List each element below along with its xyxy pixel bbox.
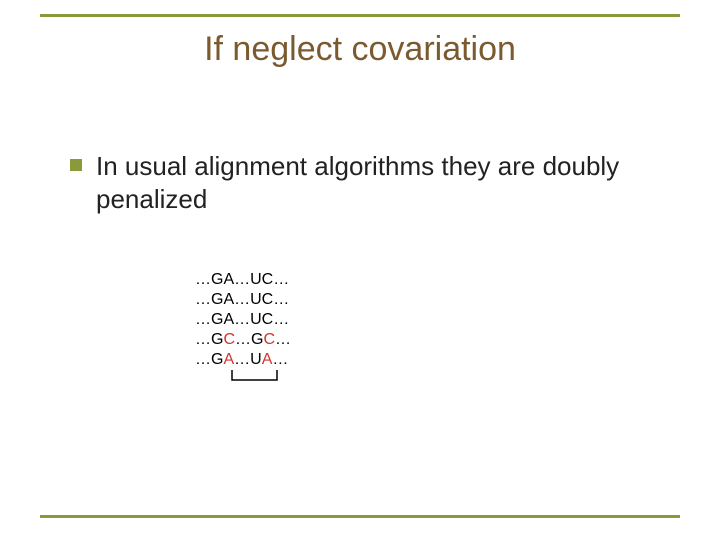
seq-mut: A (223, 351, 234, 368)
seq-mut: A (262, 351, 273, 368)
seq-mut: C (263, 331, 275, 348)
sequence-line: …GA…UC… (195, 310, 291, 330)
sequence-block: …GA…UC… …GA…UC… …GA…UC… …GC…GC… …GA…UA… (195, 270, 291, 370)
slide: If neglect covariation In usual alignmen… (0, 0, 720, 540)
slide-title: If neglect covariation (0, 30, 720, 69)
sequence-line: …GA…UC… (195, 290, 291, 310)
sequence-line: …GC…GC… (195, 330, 291, 350)
seq-text: …GA…UC… (195, 291, 289, 308)
top-divider (40, 14, 680, 17)
seq-text: … (272, 351, 288, 368)
seq-text: … (275, 331, 291, 348)
bullet-item: In usual alignment algorithms they are d… (70, 150, 660, 215)
covariation-bracket-icon (195, 368, 335, 388)
seq-text: …U (234, 351, 262, 368)
bullet-square-icon (70, 159, 82, 171)
sequence-line: …GA…UC… (195, 270, 291, 290)
seq-text: …GA…UC… (195, 311, 289, 328)
body: In usual alignment algorithms they are d… (70, 150, 660, 215)
seq-text: …G (235, 331, 263, 348)
sequence-line: …GA…UA… (195, 350, 291, 370)
seq-text: …GA…UC… (195, 271, 289, 288)
seq-mut: C (223, 331, 235, 348)
seq-text: …G (195, 331, 223, 348)
seq-text: …G (195, 351, 223, 368)
bullet-text: In usual alignment algorithms they are d… (96, 150, 660, 215)
bottom-divider (40, 515, 680, 518)
